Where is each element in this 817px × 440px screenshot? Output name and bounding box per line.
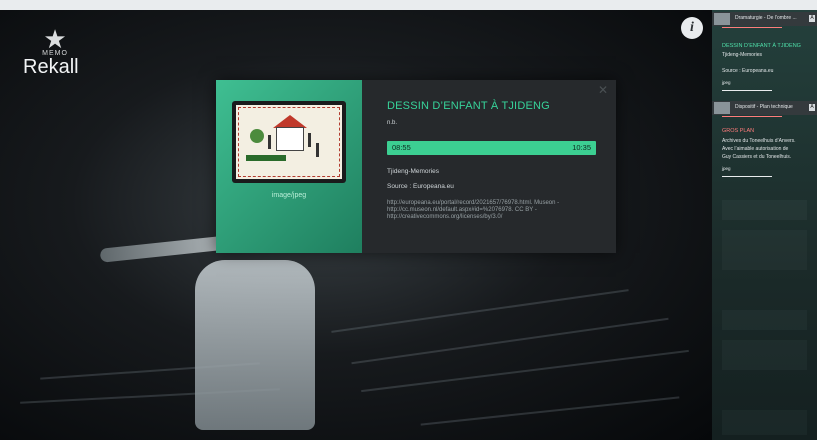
brand-name: Rekall <box>23 56 79 78</box>
document-type-icon: A <box>809 15 815 22</box>
app-frame: ★ MEMO Rekall i image/jpeg ✕ DESSIN D’EN… <box>0 0 817 440</box>
sidebar-item-bar <box>722 176 772 177</box>
brand-small-label: MEMO <box>42 50 68 57</box>
faded-sidebar-item <box>722 230 807 270</box>
stage-stripe <box>420 396 680 426</box>
close-icon[interactable]: ✕ <box>598 83 608 97</box>
stage-stripe <box>331 289 629 333</box>
sidebar-item-title[interactable]: DESSIN D’ENFANT À TJIDENG <box>722 43 801 49</box>
stage-stripe <box>361 349 689 393</box>
sidebar-group-header[interactable]: Dramaturgie - De l’ombre ... A <box>712 12 817 26</box>
drawing-ground <box>246 155 286 161</box>
sidebar-thumb <box>714 102 730 114</box>
performer-arm <box>99 235 231 263</box>
faded-sidebar-item <box>722 410 807 435</box>
document-type-icon: A <box>809 104 815 111</box>
sidebar-thumb <box>714 13 730 25</box>
document-subtitle: n.b. <box>387 120 398 126</box>
time-start: 08:55 <box>392 143 411 152</box>
time-end: 10:35 <box>572 143 591 152</box>
drawing-paper <box>236 105 342 179</box>
sidebar-item-line: Guy Cassiers et du Toneelhuis. <box>722 154 792 160</box>
top-border <box>0 0 817 10</box>
timeline-sidebar[interactable]: Dramaturgie - De l’ombre ... A DESSIN D’… <box>712 10 817 440</box>
faded-sidebar-item <box>722 340 807 370</box>
modal-details-panel: ✕ DESSIN D’ENFANT À TJIDENG n.b. 08:55 1… <box>362 80 616 253</box>
sidebar-item-line: Tjideng-Memories <box>722 52 763 58</box>
sidebar-header-label: Dramaturgie - De l’ombre ... <box>735 15 797 21</box>
drawing-tree <box>250 129 264 143</box>
sidebar-progress <box>722 27 782 28</box>
sidebar-item-mime: jpeg <box>722 166 731 171</box>
document-source: Source : Europeana.eu <box>387 183 454 190</box>
drawing-figure <box>268 135 271 149</box>
mime-type: image/jpeg <box>271 192 307 199</box>
document-thumbnail[interactable] <box>232 101 346 183</box>
info-icon: i <box>690 20 694 35</box>
drawing-figure <box>316 143 319 157</box>
sidebar-item-bar <box>722 90 772 91</box>
modal-media-panel: image/jpeg <box>216 80 362 253</box>
document-modal: image/jpeg ✕ DESSIN D’ENFANT À TJIDENG n… <box>216 80 616 253</box>
time-range-bar[interactable]: 08:55 10:35 <box>387 141 596 155</box>
faded-sidebar-item <box>722 310 807 330</box>
document-links[interactable]: http://europeana.eu/portal/record/202165… <box>387 200 597 221</box>
sidebar-item-line: Avec l’aimable autorisation de <box>722 146 789 152</box>
document-collection: Tjideng-Memories <box>387 168 440 175</box>
info-button[interactable]: i <box>681 17 703 39</box>
sidebar-item-line: Archives du Toneelhuis d’Anvers. <box>722 138 796 144</box>
drawing-house <box>276 127 304 151</box>
drawing-figure <box>308 133 311 147</box>
sidebar-group-header[interactable]: Dispositif - Plan technique A <box>712 101 817 115</box>
brand-logo[interactable]: ★ MEMO Rekall <box>20 26 90 79</box>
sidebar-item-line: Source : Europeana.eu <box>722 68 774 74</box>
sidebar-header-label: Dispositif - Plan technique <box>735 104 793 110</box>
faded-sidebar-item <box>722 200 807 220</box>
document-title: DESSIN D’ENFANT À TJIDENG <box>387 100 550 112</box>
sidebar-item-mime: jpeg <box>722 80 731 85</box>
sidebar-progress <box>722 116 782 117</box>
star-icon: ★ <box>43 24 67 54</box>
performer-figure <box>195 260 315 430</box>
sidebar-item-title[interactable]: GROS PLAN <box>722 128 754 134</box>
